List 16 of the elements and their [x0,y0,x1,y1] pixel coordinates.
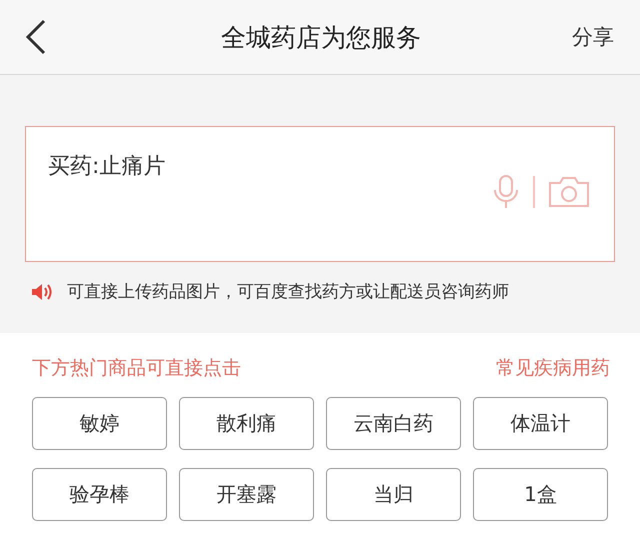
hot-hint: 下方热门商品可直接点击 [32,356,241,381]
product-button[interactable]: 1盒 [473,468,608,521]
product-button[interactable]: 验孕棒 [32,468,167,521]
page-title: 全城药店为您服务 [220,22,422,54]
product-button[interactable]: 当归 [326,468,461,521]
camera-icon[interactable] [547,175,591,209]
product-button[interactable]: 体温计 [473,397,608,450]
product-button[interactable]: 云南白药 [326,397,461,450]
microphone-icon[interactable] [491,174,521,210]
share-link[interactable]: 分享 [572,23,614,51]
product-button[interactable]: 敏婷 [32,397,167,450]
notice-text: 可直接上传药品图片，可百度查找药方或让配送员咨询药师 [67,281,509,303]
product-button[interactable]: 开塞露 [179,468,314,521]
speaker-icon [31,282,53,300]
product-button[interactable]: 散利痛 [179,397,314,450]
search-field[interactable]: 买药:止痛片 [25,126,615,262]
